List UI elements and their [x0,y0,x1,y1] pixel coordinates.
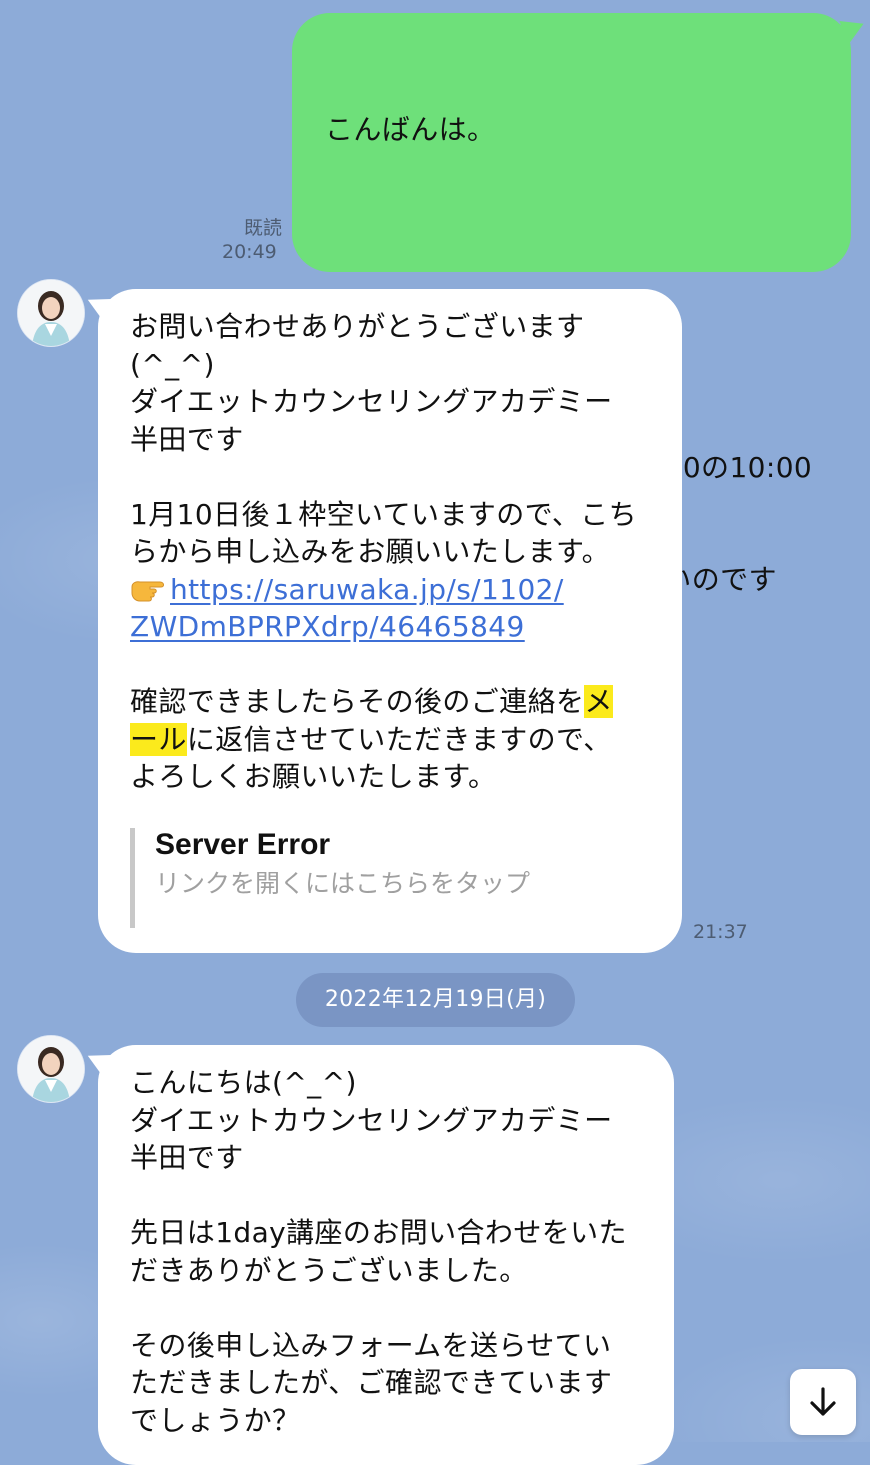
link-preview-title: Server Error [155,827,331,861]
search-highlight: メ [584,685,613,718]
message-line: ダイエットカウンセリングアカデミー [130,1103,613,1137]
message-link[interactable]: ZWDmBPRPXdrp/46465849 [130,610,525,643]
message-line: 1月10日後１枠空いていますので、こち [130,497,638,531]
outgoing-timestamp: 20:49 [222,241,277,263]
message-line: よろしくお願いいたします。 [130,760,497,793]
message-line: だきありがとうございました。 [130,1253,528,1287]
read-receipt: 既読 [244,217,283,239]
outgoing-line [325,224,833,262]
contact-avatar[interactable] [18,1036,84,1102]
backhand-index-pointing-right-icon [131,580,164,601]
message-line: 先日は1day講座のお問い合わせをいた [130,1216,627,1249]
link-line: ZWDmBPRPXdrp/46465849 [130,608,660,646]
message-line: でしょうか？ [130,1403,301,1437]
message-line: その後申し込みフォームを送らせてい [130,1328,612,1362]
message-line: らから申し込みをお願いいたします。 [130,535,611,568]
message-line: (^_^) [130,347,215,381]
avatar-person-icon [18,1036,84,1102]
incoming-message-bubble[interactable]: お問い合わせありがとうございます (^_^) ダイエットカウンセリングアカデミー… [98,289,682,953]
contact-avatar[interactable] [18,280,84,346]
message-line: 半田です [130,1141,244,1174]
message-line: お問い合わせありがとうございます [130,310,585,343]
arrow-down-icon [810,1387,836,1416]
avatar-person-icon [18,280,84,346]
message-line: ールに返信させていただきますので、 [130,721,660,759]
outgoing-message-bubble[interactable]: こんばんは。 ブログを読みました。 まだ枠が空いていれば、1/10の10:00 … [292,13,851,709]
message-text: に返信させていただきますので、 [186,722,612,756]
scroll-to-bottom-button[interactable] [790,1369,856,1435]
message-line: こんにちは(^_^) [130,1066,357,1099]
link-line: https://saruwaka.jp/s/1102/ [130,571,660,609]
message-text: 確認できましたらその後のご連絡を [130,685,585,718]
message-line: 確認できましたらその後のご連絡をメ [130,683,660,721]
search-highlight: ール [130,722,187,756]
message-line: ただきましたが、ご確認できています [130,1366,613,1399]
date-separator: 2022年12月19日(月) [296,973,575,1027]
incoming-timestamp: 21:37 [693,921,748,943]
message-line: ダイエットカウンセリングアカデミー [130,385,613,418]
message-line: 半田です [130,422,244,456]
outgoing-line: こんばんは。 [325,113,496,146]
link-preview-card[interactable]: Server Error リンクを開くにはこちらをタップ [130,827,660,928]
incoming-message-bubble[interactable]: こんにちは(^_^) ダイエットカウンセリングアカデミー 半田です 先日は1da… [98,1045,674,1465]
message-link[interactable]: https://saruwaka.jp/s/1102/ [170,573,564,606]
link-preview-subtitle: リンクを開くにはこちらをタップ [155,868,531,898]
